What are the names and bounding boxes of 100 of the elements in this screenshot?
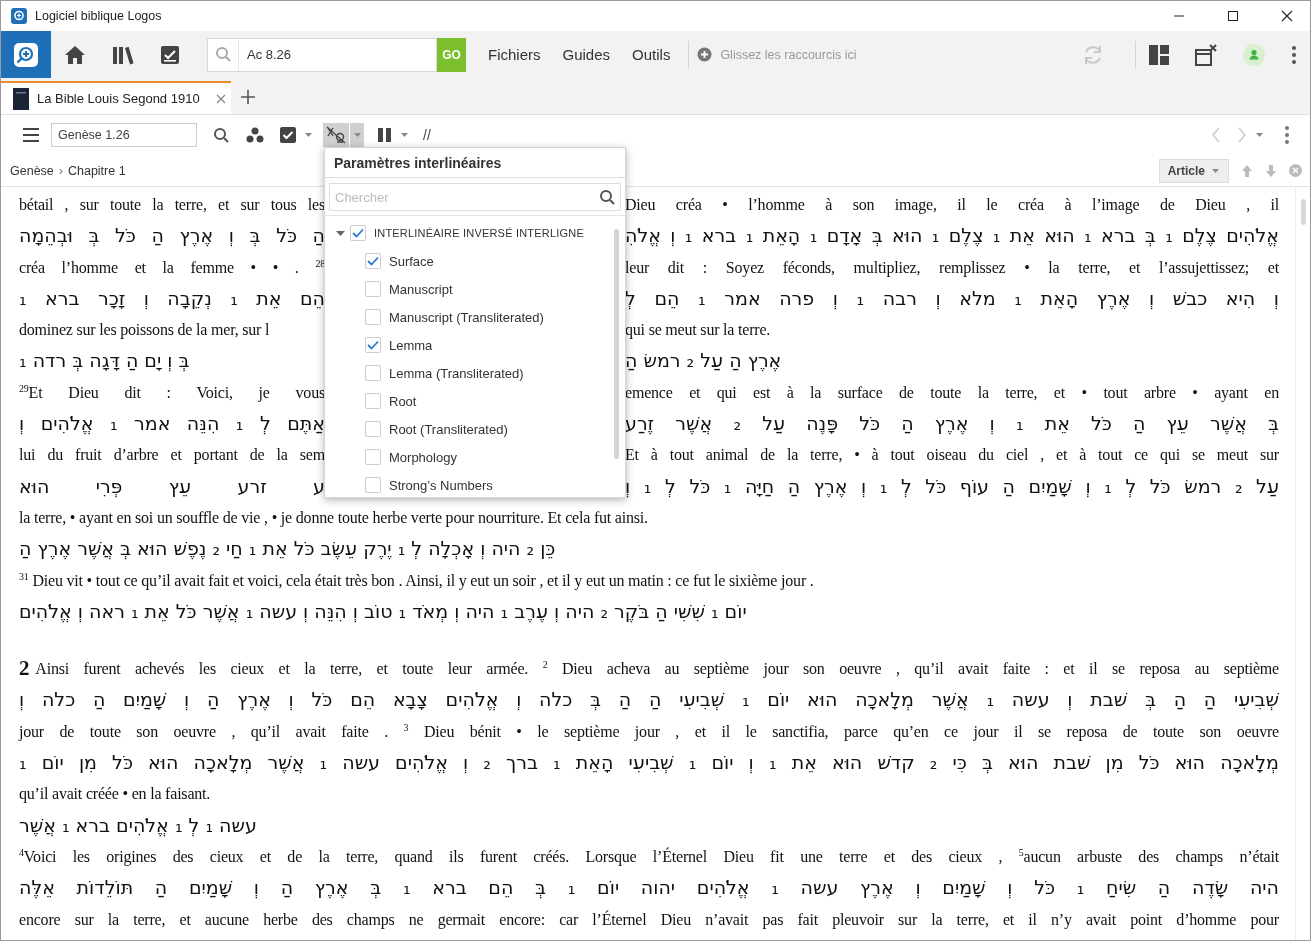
chapter-number: 2 [19,655,30,683]
breadcrumb-link[interactable]: Chapitre 1 [67,163,126,178]
menu-item[interactable]: Fichiers [488,46,541,63]
hebrew-line: בְּ וְ יָם הַ דָּגָה בְּ רדה ₁ [19,348,191,374]
close-icon[interactable] [1281,10,1293,22]
option-label: Manuscript (Transliterated) [389,309,544,325]
group-label: INTERLINÉAIRE INVERSÉ INTERLIGNE [374,227,584,239]
tab-label: La Bible Louis Segond 1910 [37,91,200,106]
option-label: Surface [389,253,434,269]
checkbox[interactable] [350,225,366,241]
hebrew-line: בְּ אֲשֶׁר עֵץ הַ כֹּל אֵת ₁ וְ אֶרֶץ הַ כֹּל פָּנֶה עַל ₂ אֲשֶׁר זֶרַע [625,411,1279,437]
french-line: jour de toute son oeuvre , qu’il avait faite . $^{3}$ Dieu bénit • le septième jour , et il le sanctifia, parce qu’en ce jour il se reposa de toute son oeuvre [19,720,1279,743]
menu-item[interactable]: Guides [562,46,611,63]
dots-icon[interactable] [246,127,264,143]
search-icon[interactable] [213,126,230,144]
magnifier-plus-icon [13,41,39,68]
checkbox[interactable] [365,309,381,325]
check-icon [352,228,364,238]
option-label: Root [389,393,417,409]
french-line: $^{31}$ Dieu vit • tout ce qu’il avait fait et voici, cela était très bon . Ainsi, il y eut un soir , et il y eut un matin : ce fut le sixième jour . [19,569,815,592]
french-line: lui du fruit d’arbre et portant de la sem [19,445,325,466]
document-tab[interactable]: La Bible Louis Segond 1910 [1,81,231,114]
new-tab-icon[interactable] [241,90,255,104]
interlinear-button[interactable] [323,123,349,147]
french-line: Ainsi furent achevés les cieux et la terre, et toute leur armée. $^{2}$ Dieu acheva au septième jour son oeuvre , qu’il avait faite : et il se reposa au septième [35,657,1279,680]
french-line: $^{29}$Et Dieu dit : Voici, je vous [19,381,325,404]
caret-icon [352,131,362,139]
checkbox[interactable] [365,421,381,437]
columns-icon[interactable] [378,128,392,142]
hebrew-line: אֶרֶץ הַ עַל ₂ רמשׂ הַ [625,348,783,374]
scrollbar-thumb[interactable] [1300,199,1306,225]
checkbox[interactable] [365,337,381,353]
hebrew-line: יוֹם ₁ שִׁשִּׁי הַ בֹּקֶר ₂ היה וְ עֶרֶב ₁ היה וְ מְאֹד ₁ טוֹב וְ הִנֵּה וְ עשה ₁ אֲשֶׁר כֹּל אֵת ₁ ראה וְ אֱלֹהִים [19,598,748,625]
french-line: emence et qui est à la surface de toute la terre, et • tout arbre • ayant en [625,382,1279,404]
window-title: Logiciel biblique Logos [35,9,162,23]
menu-icon[interactable] [23,128,39,142]
plus-circle-icon [697,47,713,62]
hebrew-line: הַ כֹּל בְּ וְ אֶרֶץ הַ כֹּל בְּ וּבְהֵמָה [19,223,325,249]
hebrew-line: אֱלֹהִים צֶלֶם ₁ בְּ ברא ₁ הוּא אֵת ₁ צֶלֶם ₁ הוּא בְּ אָדָם ₁ הָאֵת ₁ ברא ₁ וְ אֱלֹהִ [625,223,1279,249]
reference-field[interactable]: Genèse 1.26 [51,123,197,147]
breadcrumb-link[interactable]: Genèse [10,163,54,178]
checkbox-icon[interactable] [280,127,296,143]
maximize-icon[interactable] [1227,10,1239,22]
checkbox[interactable] [365,449,381,465]
up-arrow-icon[interactable] [1241,163,1253,178]
french-line: $^{4}$Voici les origines des cieux et de la terre, quand ils furent créés. Lorsque l’Éternel Dieu fit une terre et des cieux , $^{5}$aucun arbuste des champs n’était [19,845,1279,868]
hebrew-line: עשה ₁ לְ ₁ אֱלֹהִים ברא ₁ אֲשֶׁר [19,812,258,839]
menu-item[interactable]: Outils [632,46,671,63]
home-icon[interactable] [64,44,86,65]
article-button[interactable]: Article [1158,158,1229,183]
check-icon [367,256,379,266]
library-icon[interactable] [112,44,134,65]
option-label: Morphology [389,449,457,465]
checkbox[interactable] [365,477,381,493]
checkbox[interactable] [365,281,381,297]
scrollbar-thumb[interactable] [614,229,619,459]
hebrew-line: כֵּן ₂ היה וְ אָכְלָה לְ ₁ יֶרֶק עֵשֶׂב כֹּל אֵת ₁ חַי ₂ נֶפֶשׁ הוּא בְּ אֲשֶׁר אֶרֶץ הַ [19,536,557,562]
layout-icon[interactable] [1149,44,1169,65]
caret-icon[interactable] [304,131,313,139]
option-label: Root (Transliterated) [389,421,508,437]
parallel-button[interactable]: // [423,127,431,143]
checkbox[interactable] [365,253,381,269]
down-arrow-icon[interactable] [1265,163,1277,178]
hebrew-line: היה שָׂדֶה הַ שִׂיחַ ₁ כֹּל וְ שָׁמַיִם וְ אֶרֶץ עשה ₁ אֱלֹהִים יהוה יוֹם ₁ בְּ הֵם ברא ₁ בְּ אֶרֶץ הַ וְ שָׁמַיִם הַ תּוֹלֵדוֹת אֵלֶּה [19,875,1279,901]
book-cover-icon [13,87,29,110]
french-line: Et à tout animal de la terre, • à tout oiseau du ciel , et à tout ce qui se meut sur [625,445,1279,466]
expand-toggle-icon[interactable] [336,228,345,238]
caret-icon[interactable] [1255,131,1264,139]
option-label: Lemma (Transliterated) [389,365,524,381]
option-label: Lemma [389,337,433,353]
checkbox[interactable] [365,365,381,381]
french-line: leur dit : Soyez féconds, multipliez, remplissez • la terre, et l’assujettissez; et [625,257,1279,279]
hebrew-line: הֵם אֵת ₁ נְקֵבָה וְ זָכָר ברא ₁ [19,285,325,312]
interlinear-icon [326,126,346,144]
close-tab-icon[interactable] [215,93,226,104]
logo-button[interactable] [1,31,51,78]
french-line: Dieu créa • l’homme à son image, il le créa à l’image de Dieu , il [625,195,1279,216]
caret-icon[interactable] [400,131,409,139]
hebrew-line: ע זרע עֵץ פְּרִי הוּא [19,473,325,500]
checkbox[interactable] [365,393,381,409]
option-label: Manuscript [389,281,453,297]
search-field[interactable]: Ac 8.26 [239,37,437,72]
hebrew-line: שְׁבִיעִי הַ הַ בְּ שׁבת וְ עשה ₁ אֲשֶׁר מְלָאכָה הוּא יוֹם ₁ שְׁבִיעִי הַ הַ בְּ כלה וְ אֱלֹהִים צָבָא הֵם כֹּל וְ אֶרֶץ הַ וְ שָׁמַיִם הַ כלה וְ [19,687,1279,713]
hebrew-line: מְלָאכָה הוּא כֹּל מִן שׁבת הוּא בְּ כִּי ₂ קדשׁ הוּא אֵת ₁ וְ יוֹם ₁ שְׁבִיעִי הָאֵת ₁ ברך ₂ וְ אֱלֹהִים עשה ₁ אֲשֶׁר מְלָאכָה הוּא כֹּל מִן יוֹם ₁ [19,750,1279,776]
user-icon[interactable] [1243,43,1265,66]
panel-title: Paramètres interlinéaires [325,148,625,178]
close-panels-icon[interactable] [1195,43,1217,66]
check-icon [367,340,379,350]
shortcuts-hint: Glissez les raccourcis ici [720,47,857,62]
breadcrumb-separator: › [58,163,63,178]
more-menu-icon[interactable] [1284,125,1290,145]
search-icon [214,46,232,63]
app-logo-icon [11,8,27,24]
close-circle-icon[interactable] [1289,164,1302,177]
french-line: dominez sur les poissons de la mer, sur l [19,320,271,341]
french-line: encore sur la terre, et aucune herbe des champs ne germait encore: car l’Éternel Dieu n’avait pas fait pleuvoir sur la terre, et il n’y avait point d’homme pour [19,909,1279,931]
french-line: bétail , sur toute la terre, et sur tous les [19,195,325,215]
hebrew-line: אַתֶּם לְ ₁ הִנֵּה אמר ₁ אֱלֹהִים וְ [19,411,325,437]
checklist-icon[interactable] [160,44,180,65]
more-menu-icon[interactable] [1291,44,1297,65]
